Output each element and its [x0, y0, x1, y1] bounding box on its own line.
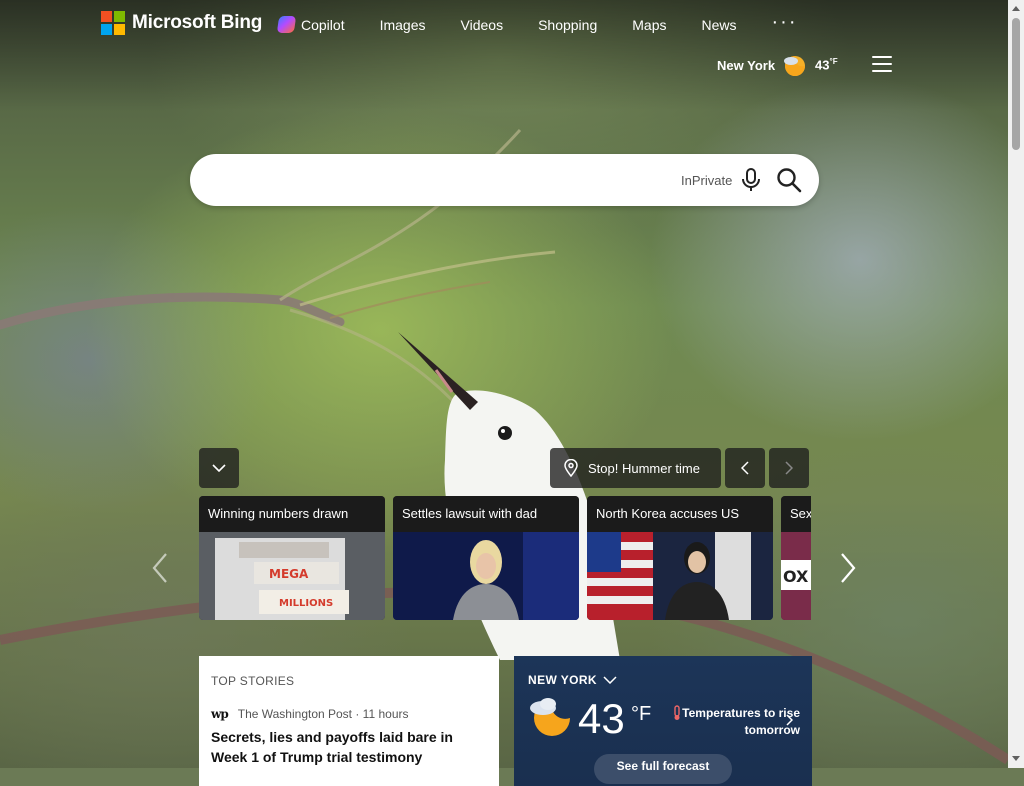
scroll-up-icon[interactable]: [1012, 6, 1020, 11]
full-forecast-button[interactable]: See full forecast: [594, 754, 732, 784]
news-card[interactable]: Settles lawsuit with dad: [393, 496, 579, 620]
nav-videos[interactable]: Videos: [461, 17, 504, 33]
news-card-image: OX: [781, 532, 811, 620]
news-carousel: Winning numbers drawn MEGA MILLIONS Sett…: [199, 496, 811, 620]
nav-shopping[interactable]: Shopping: [538, 17, 597, 33]
weather-card-temp: 43: [578, 695, 625, 742]
search-box: InPrivate: [190, 154, 819, 206]
news-card-title: Winning numbers drawn: [199, 496, 385, 532]
carousel-next-icon[interactable]: [838, 552, 858, 584]
next-image-button[interactable]: [769, 448, 809, 488]
nav-label: Copilot: [301, 16, 345, 33]
nav-maps[interactable]: Maps: [632, 17, 666, 33]
news-card[interactable]: Sex OX: [781, 496, 811, 620]
weather-card[interactable]: NEW YORK 43 °F Temperatures to rise tomo…: [514, 656, 812, 786]
search-icon[interactable]: [776, 167, 802, 193]
svg-text:MILLIONS: MILLIONS: [279, 598, 333, 609]
nav-news[interactable]: News: [701, 17, 736, 33]
inprivate-label: InPrivate: [681, 173, 733, 188]
header-temp: 43°F: [815, 57, 838, 72]
story-headline[interactable]: Secrets, lies and payoffs laid bare in W…: [211, 727, 491, 767]
weather-card-unit: °F: [631, 703, 652, 725]
nav-copilot[interactable]: Copilot: [276, 16, 345, 33]
news-card-image: [393, 532, 579, 620]
carousel-prev-icon[interactable]: [150, 552, 170, 584]
hamburger-icon[interactable]: [872, 56, 892, 72]
scrollbar-thumb[interactable]: [1012, 18, 1020, 150]
weather-card-city[interactable]: NEW YORK: [528, 673, 617, 687]
location-pin-icon: [564, 459, 578, 477]
moon-cloud-icon: [530, 698, 570, 736]
story-source: wp The Washington Post · 11 hours: [211, 707, 409, 721]
page-scrollbar[interactable]: [1008, 0, 1024, 768]
weather-city: New York: [717, 57, 776, 73]
nav-label: News: [701, 16, 737, 33]
chevron-down-icon: [603, 676, 617, 684]
bing-logo[interactable]: Microsoft Bing: [101, 10, 262, 36]
washington-post-logo: wp: [211, 707, 229, 721]
svg-text:OX: OX: [783, 567, 809, 586]
top-stories-card[interactable]: TOP STORIES wp The Washington Post · 11 …: [199, 656, 499, 786]
previous-image-button[interactable]: [725, 448, 765, 488]
news-card[interactable]: North Korea accuses US: [587, 496, 773, 620]
chevron-down-icon: [212, 464, 226, 472]
news-card-image: MEGA MILLIONS: [199, 532, 385, 620]
news-card[interactable]: Winning numbers drawn MEGA MILLIONS: [199, 496, 385, 620]
more-menu-button[interactable]: ···: [772, 12, 798, 32]
logo-text: Microsoft Bing: [132, 12, 263, 33]
nav-label: Videos: [460, 16, 504, 33]
chevron-right-icon: [785, 461, 793, 475]
background-image: [0, 0, 1008, 768]
news-card-title: Sex: [781, 496, 811, 532]
news-card-title: Settles lawsuit with dad: [393, 496, 579, 532]
news-card-title: North Korea accuses US: [587, 496, 773, 532]
chevron-left-icon: [741, 461, 749, 475]
microsoft-logo-icon: [101, 11, 125, 35]
image-info-button[interactable]: Stop! Hummer time: [550, 448, 721, 488]
header-temp-unit: °F: [829, 57, 838, 67]
scroll-down-icon[interactable]: [1012, 756, 1020, 761]
moon-cloud-icon: [784, 56, 806, 76]
news-card-image: [587, 532, 773, 620]
hummingbird-scene: [0, 128, 1008, 765]
nav-images[interactable]: Images: [380, 17, 426, 33]
copilot-icon: [276, 16, 297, 33]
microphone-icon[interactable]: [740, 168, 762, 192]
collapse-feed-button[interactable]: [199, 448, 239, 488]
story-source-text: The Washington Post · 11 hours: [237, 707, 409, 721]
chevron-right-icon: [786, 714, 793, 726]
search-input[interactable]: [214, 166, 658, 196]
header-temp-value: 43: [815, 57, 830, 73]
top-nav: Copilot Images Videos Shopping Maps News…: [276, 12, 832, 33]
header-weather[interactable]: New York 43°F: [717, 52, 838, 78]
weather-card-city-label: NEW YORK: [528, 673, 597, 687]
image-title: Stop! Hummer time: [588, 460, 700, 476]
svg-text:MEGA: MEGA: [269, 567, 309, 581]
nav-label: Shopping: [538, 16, 598, 33]
top-stories-label: TOP STORIES: [211, 674, 295, 688]
nav-label: Maps: [632, 16, 667, 33]
nav-label: Images: [379, 16, 426, 33]
